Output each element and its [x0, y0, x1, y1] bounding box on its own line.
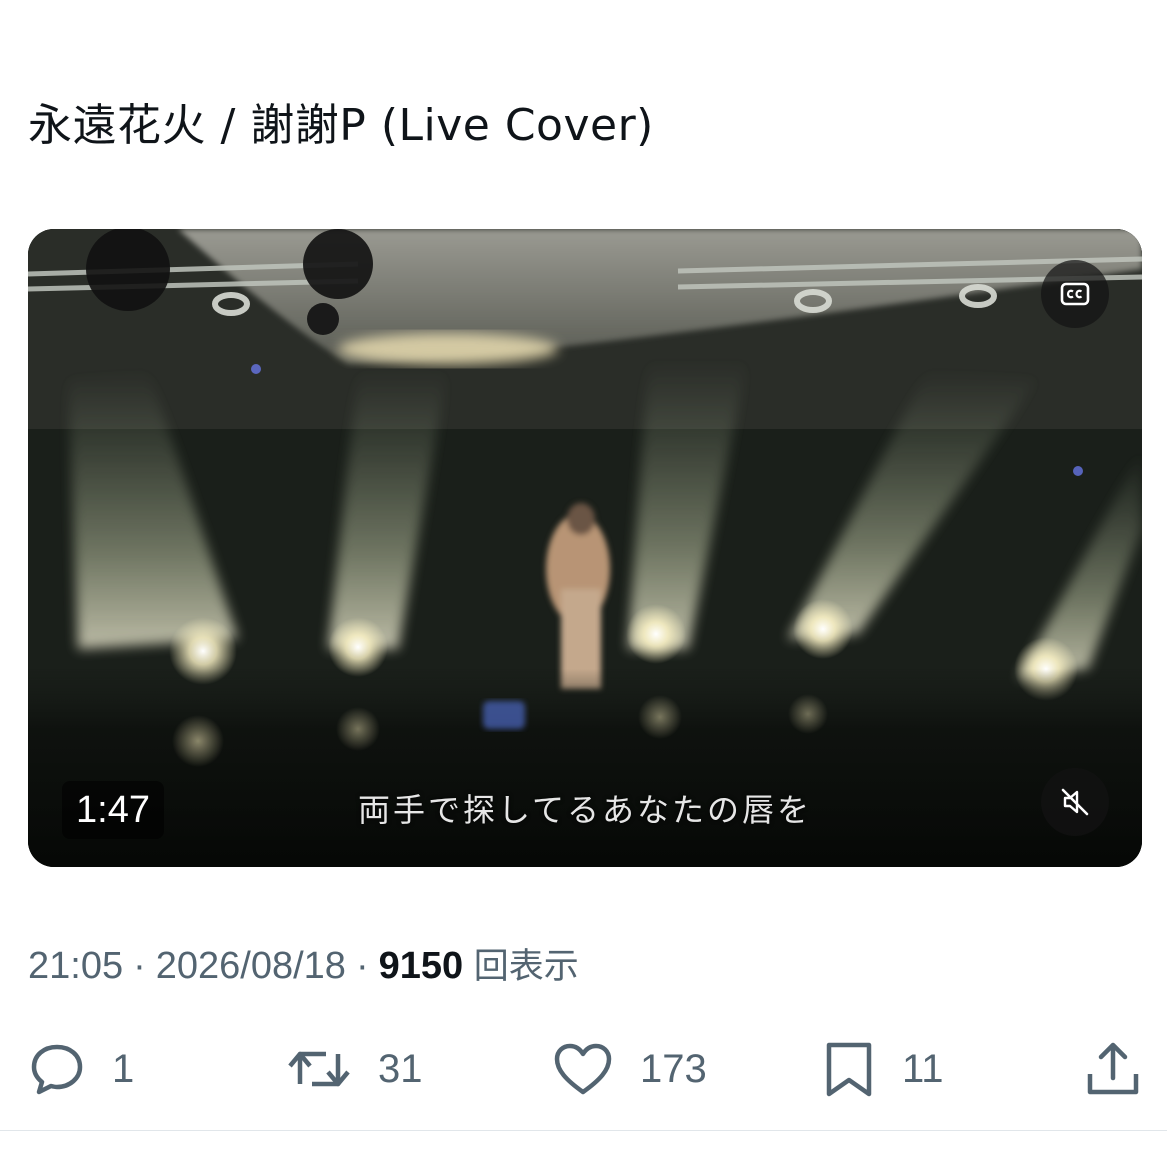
- meta-separator: ·: [133, 945, 146, 987]
- tweet-date[interactable]: 2026/08/18: [156, 945, 346, 987]
- share-icon: [1087, 1042, 1139, 1095]
- repost-icon: [288, 1051, 350, 1087]
- views-label: 回表示: [473, 947, 579, 987]
- bookmark-icon: [826, 1042, 872, 1097]
- bookmark-count: 11: [902, 1046, 944, 1091]
- video-player[interactable]: 1:47 両手で探してるあなたの唇を: [28, 229, 1142, 867]
- repost-button[interactable]: 31: [286, 1036, 423, 1102]
- meta-separator: ·: [355, 945, 369, 987]
- views-count: 9150: [378, 945, 464, 987]
- video-frame: [28, 229, 1142, 867]
- tweet-text: 永遠花火 / 謝謝P (Live Cover): [28, 100, 654, 151]
- tweet-actions: 1 31 173 11: [0, 1036, 1167, 1102]
- repost-count: 31: [378, 1046, 423, 1091]
- closed-captions-button[interactable]: [1041, 260, 1109, 328]
- heart-icon: [554, 1043, 612, 1095]
- video-subtitle: 両手で探してるあなたの唇を: [357, 791, 813, 829]
- like-button[interactable]: 173: [552, 1036, 707, 1102]
- share-button[interactable]: [1084, 1036, 1142, 1102]
- closed-captions-icon: [1060, 282, 1090, 306]
- tweet-time[interactable]: 21:05: [28, 945, 123, 987]
- divider: [0, 1130, 1167, 1131]
- reply-icon: [31, 1044, 83, 1095]
- muted-speaker-icon: [1061, 788, 1089, 816]
- tweet-meta: 21:05 · 2026/08/18 · 9150 回表示: [28, 940, 579, 993]
- bookmark-button[interactable]: 11: [822, 1036, 944, 1102]
- mute-button[interactable]: [1041, 768, 1109, 836]
- reply-button[interactable]: 1: [28, 1036, 134, 1102]
- like-count: 173: [640, 1046, 707, 1091]
- reply-count: 1: [112, 1046, 135, 1091]
